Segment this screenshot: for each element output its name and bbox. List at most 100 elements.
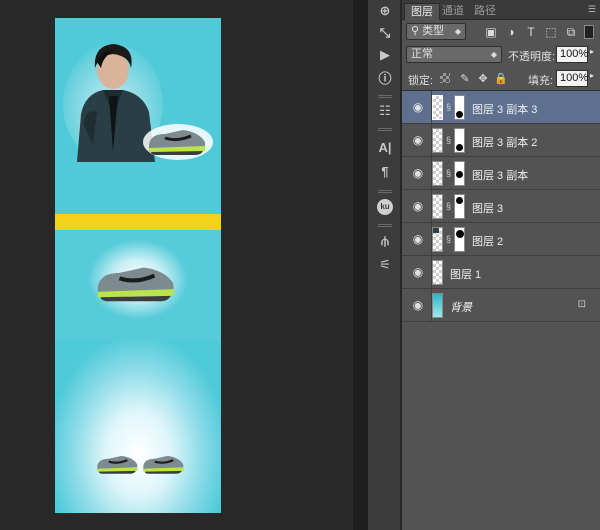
adjustment-filter-icon[interactable]: ◑ bbox=[504, 25, 518, 39]
filter-label: 类型 bbox=[422, 25, 445, 37]
smart-filter-icon[interactable]: ⧉ bbox=[564, 25, 578, 39]
chevron-right-icon[interactable]: ▸ bbox=[590, 47, 594, 56]
layer-thumbnail[interactable] bbox=[432, 260, 443, 285]
visibility-toggle[interactable]: ◉ bbox=[402, 223, 432, 256]
visibility-toggle[interactable]: ◉ bbox=[402, 190, 432, 223]
panel-grip[interactable] bbox=[378, 224, 392, 227]
type-filter-icon[interactable]: T bbox=[524, 25, 538, 39]
layer-name[interactable]: 图层 3 副本 2 bbox=[472, 134, 537, 150]
layer-thumbnail[interactable] bbox=[432, 161, 443, 186]
opacity-label: 不透明度: bbox=[508, 51, 556, 63]
eye-icon[interactable]: ◉ bbox=[411, 133, 425, 147]
visibility-toggle[interactable]: ◉ bbox=[402, 91, 432, 124]
yellow-stripe bbox=[55, 214, 221, 230]
document-canvas[interactable] bbox=[55, 18, 221, 513]
layer-mask-thumbnail[interactable] bbox=[454, 194, 465, 219]
shoe-image bbox=[97, 455, 138, 474]
tab-channels[interactable]: 通道 bbox=[436, 3, 470, 20]
layer-thumbnail[interactable] bbox=[432, 194, 443, 219]
link-icon[interactable]: § bbox=[446, 167, 452, 179]
layer-name[interactable]: 背景 bbox=[450, 299, 472, 315]
link-icon[interactable]: § bbox=[446, 233, 452, 245]
lock-label: 锁定: bbox=[408, 75, 434, 87]
adjustments-icon[interactable]: ☷ bbox=[374, 100, 396, 122]
chevron-right-icon[interactable]: ▸ bbox=[590, 71, 594, 80]
layer-name[interactable]: 图层 1 bbox=[450, 266, 481, 282]
layer-thumbnail[interactable] bbox=[432, 128, 443, 153]
lock-position-icon[interactable]: ✥ bbox=[476, 71, 490, 85]
layer-mask-thumbnail[interactable] bbox=[454, 128, 465, 153]
shoe-image bbox=[143, 455, 184, 474]
plugin-icon[interactable]: ku bbox=[374, 196, 396, 218]
lock-pixels-icon[interactable]: ✎ bbox=[458, 71, 472, 85]
shape-filter-icon[interactable]: ⬚ bbox=[544, 25, 558, 39]
lock-all-icon[interactable]: 🔒 bbox=[494, 71, 508, 85]
link-icon[interactable]: § bbox=[446, 134, 452, 146]
layers-list: ◉ § 图层 3 副本 3 ◉ § 图层 3 副本 2 ◉ § 图层 3 副本 bbox=[402, 90, 600, 530]
layer-filter-select[interactable]: ⚲ 类型 ◆ bbox=[406, 23, 466, 40]
layer-thumbnail[interactable] bbox=[432, 95, 443, 120]
panel-divider[interactable] bbox=[352, 0, 368, 530]
eye-icon[interactable]: ◉ bbox=[411, 100, 425, 114]
layer-thumbnail[interactable] bbox=[432, 293, 443, 318]
layer-row[interactable]: ◉ § 图层 3 副本 3 bbox=[402, 91, 600, 124]
panel-menu-icon[interactable]: ☰ bbox=[588, 4, 596, 15]
link-icon[interactable]: § bbox=[446, 200, 452, 212]
visibility-toggle[interactable]: ◉ bbox=[402, 157, 432, 190]
panel-grip[interactable] bbox=[378, 190, 392, 193]
layer-row[interactable]: ◉ § 图层 3 bbox=[402, 190, 600, 223]
chevron-down-icon: ◆ bbox=[490, 50, 497, 59]
filter-toggle[interactable] bbox=[584, 25, 594, 39]
layer-row[interactable]: ◉ 背景 ⊡ bbox=[402, 289, 600, 322]
layer-name[interactable]: 图层 3 副本 bbox=[472, 167, 528, 183]
fill-field[interactable]: 100% bbox=[556, 70, 588, 87]
panel-icon-strip: ⊕ ⤡ ▶ ⓘ ☷ A| ¶ ku ⫛ ⚟ bbox=[368, 0, 401, 530]
actions-play-icon[interactable]: ▶ bbox=[374, 44, 396, 66]
layer-name[interactable]: 图层 3 bbox=[472, 200, 503, 216]
search-icon: ⚲ bbox=[411, 25, 420, 37]
layers-panel: 图层 通道 路径 ☰ ⚲ 类型 ◆ ▣ ◑ T ⬚ ⧉ 正常 ◆ 不透明度: 1… bbox=[402, 0, 600, 530]
blend-mode-select[interactable]: 正常 ◆ bbox=[406, 46, 502, 63]
shoe-image bbox=[143, 124, 213, 160]
panel-grip[interactable] bbox=[378, 128, 392, 131]
tab-paths[interactable]: 路径 bbox=[468, 3, 502, 20]
layer-row[interactable]: ◉ § 图层 3 副本 bbox=[402, 157, 600, 190]
info-icon[interactable]: ⓘ bbox=[374, 66, 396, 88]
link-icon[interactable]: § bbox=[446, 101, 452, 113]
pixel-filter-icon[interactable]: ▣ bbox=[484, 25, 498, 39]
canvas-area[interactable] bbox=[0, 0, 352, 530]
eye-icon[interactable]: ◉ bbox=[411, 166, 425, 180]
history-icon[interactable]: ⊕ bbox=[374, 0, 396, 22]
brush-presets-icon[interactable]: ⫛ bbox=[374, 230, 396, 252]
layer-mask-thumbnail[interactable] bbox=[454, 161, 465, 186]
fill-label: 填充: bbox=[528, 75, 554, 87]
tool-presets-icon[interactable]: ⚟ bbox=[374, 254, 396, 276]
photoshop-window: ⊕ ⤡ ▶ ⓘ ☷ A| ¶ ku ⫛ ⚟ 图层 通道 路径 ☰ ⚲ 类型 ◆ … bbox=[0, 0, 600, 530]
eye-icon[interactable]: ◉ bbox=[411, 265, 425, 279]
tab-layers[interactable]: 图层 bbox=[404, 3, 440, 20]
layer-mask-thumbnail[interactable] bbox=[454, 95, 465, 120]
layer-row[interactable]: ◉ § 图层 3 副本 2 bbox=[402, 124, 600, 157]
layer-name[interactable]: 图层 2 bbox=[472, 233, 503, 249]
layer-mask-thumbnail[interactable] bbox=[454, 227, 465, 252]
opacity-field[interactable]: 100% bbox=[556, 46, 588, 63]
layer-row[interactable]: ◉ 图层 1 bbox=[402, 256, 600, 289]
eye-icon[interactable]: ◉ bbox=[411, 199, 425, 213]
layer-name[interactable]: 图层 3 副本 3 bbox=[472, 101, 537, 117]
visibility-toggle[interactable]: ◉ bbox=[402, 124, 432, 157]
visibility-toggle[interactable]: ◉ bbox=[402, 256, 432, 289]
panel-tabs: 图层 通道 路径 ☰ bbox=[402, 0, 600, 20]
layer-row[interactable]: ◉ § 图层 2 bbox=[402, 223, 600, 256]
lock-transparent-icon[interactable] bbox=[440, 73, 450, 83]
character-icon[interactable]: A| bbox=[374, 136, 396, 158]
eye-icon[interactable]: ◉ bbox=[411, 298, 425, 312]
paragraph-icon[interactable]: ¶ bbox=[374, 160, 396, 182]
eye-icon[interactable]: ◉ bbox=[411, 232, 425, 246]
transform-icon[interactable]: ⤡ bbox=[374, 22, 396, 44]
lock-icon: ⊡ bbox=[577, 299, 586, 310]
panel-grip[interactable] bbox=[378, 95, 392, 98]
visibility-toggle[interactable]: ◉ bbox=[402, 289, 432, 322]
blend-mode-value: 正常 bbox=[411, 48, 433, 60]
layer-thumbnail[interactable] bbox=[432, 227, 443, 252]
chevron-down-icon: ◆ bbox=[454, 27, 461, 36]
